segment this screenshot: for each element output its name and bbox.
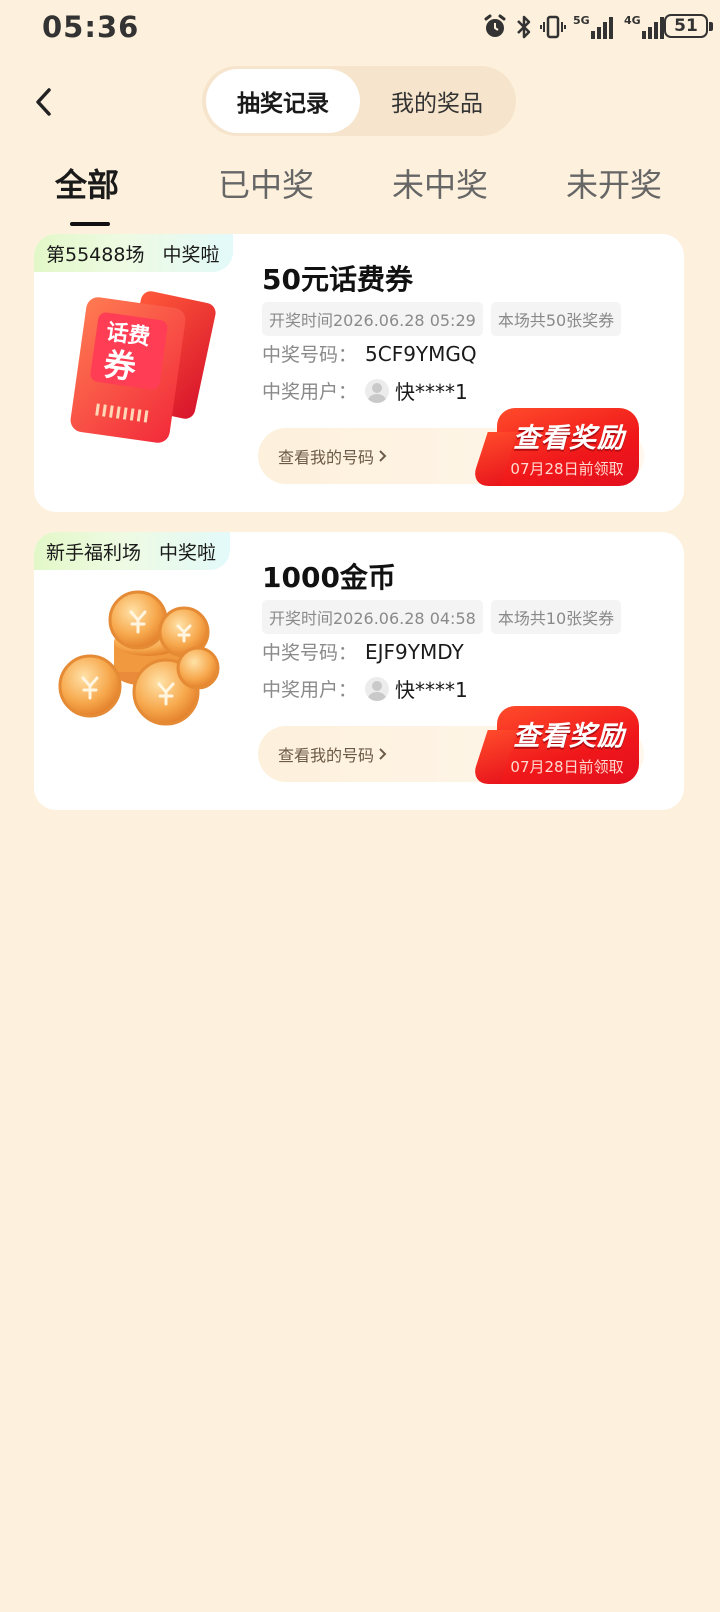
network-4g-label: 4G [624,14,641,27]
winning-code-row: 中奖号码： EJF9YMDY [262,638,464,665]
draw-info: 开奖时间2026.06.28 04:58 本场共10张奖券 [262,600,622,634]
claim-deadline: 07月28日前领取 [510,460,624,478]
phone-bill-coupon-icon: 话费 券 [52,282,242,472]
view-my-code-link[interactable]: 查看我的号码 [278,428,389,484]
claim-deadline: 07月28日前领取 [510,758,624,776]
result-status: 中奖啦 [159,541,217,564]
battery-icon: 51 [664,14,713,38]
winner-name: 快****1 [395,380,468,404]
network-5g-label: 5G [573,14,590,27]
winning-code-label: 中奖号码： [262,344,358,366]
prize-title: 1000金币 [262,561,396,594]
status-time: 05:36 [42,10,140,44]
winner-row: 中奖用户： 快****1 [262,674,468,703]
chevron-right-icon [379,450,387,462]
winner-row: 中奖用户： 快****1 [262,376,468,405]
view-my-code-label: 查看我的号码 [278,746,375,765]
lottery-record-card[interactable]: 第55488场 中奖啦 话费 券 50元话费券 开奖时间2026.06.28 0… [34,234,684,512]
signal-4g-icon: 4G [624,12,668,42]
tab-all[interactable]: 全部 [55,160,119,206]
signal-5g-icon: 5G [573,12,617,42]
ticket-count: 本场共10张奖券 [490,600,622,634]
coupon-text-main: 券 [101,345,139,387]
winning-code: EJF9YMDY [365,639,464,664]
segmented-control: 抽奖记录 我的奖品 [202,66,516,136]
battery-level: 51 [674,16,698,36]
winner-label: 中奖用户： [262,679,358,701]
ticket-count: 本场共50张奖券 [490,302,622,336]
status-bar: 05:36 5G 4G 51 [0,0,720,56]
view-reward-button[interactable]: 查看奖励 07月28日前领取 [497,706,639,784]
draw-info: 开奖时间2026.06.28 05:29 本场共50张奖券 [262,302,622,336]
draw-time: 开奖时间2026.06.28 05:29 [262,302,483,336]
result-tag: 新手福利场 中奖啦 [34,532,231,570]
avatar [365,378,390,403]
lottery-record-card[interactable]: 新手福利场 中奖啦 1000金币 开奖时间2026.06.28 04:58 本场… [34,532,684,810]
draw-time: 开奖时间2026.06.28 04:58 [262,600,483,634]
segment-lottery-records[interactable]: 抽奖记录 [206,69,360,133]
back-button[interactable] [24,82,64,122]
reward-button-label: 查看奖励 [513,721,625,752]
gold-coins-icon [52,580,242,770]
view-my-code-link[interactable]: 查看我的号码 [278,726,389,782]
bluetooth-icon [515,12,533,42]
reward-button-label: 查看奖励 [513,423,625,454]
view-reward-button[interactable]: 查看奖励 07月28日前领取 [497,408,639,486]
filter-tabs: 全部 已中奖 未中奖 未开奖 [0,160,720,230]
winning-code-row: 中奖号码： 5CF9YMGQ [262,340,477,367]
vibrate-icon [540,12,566,42]
segment-my-prizes[interactable]: 我的奖品 [362,69,512,133]
tab-not-won[interactable]: 未中奖 [392,160,488,206]
tab-won[interactable]: 已中奖 [218,160,314,206]
result-status: 中奖啦 [162,243,220,266]
winning-code-label: 中奖号码： [262,642,358,664]
session-name: 第55488场 [46,243,145,266]
active-tab-indicator [70,222,110,226]
prize-title: 50元话费券 [262,263,413,296]
chevron-right-icon [379,748,387,760]
alarm-icon [482,12,508,42]
avatar [365,676,390,701]
view-my-code-label: 查看我的号码 [278,448,375,467]
result-tag: 第55488场 中奖啦 [34,234,234,272]
winner-name: 快****1 [395,678,468,702]
winner-label: 中奖用户： [262,381,358,403]
status-icons: 5G 4G [482,12,668,42]
winning-code: 5CF9YMGQ [365,341,477,366]
session-name: 新手福利场 [46,541,142,564]
tab-not-drawn[interactable]: 未开奖 [566,160,662,206]
chevron-left-icon [36,88,51,116]
